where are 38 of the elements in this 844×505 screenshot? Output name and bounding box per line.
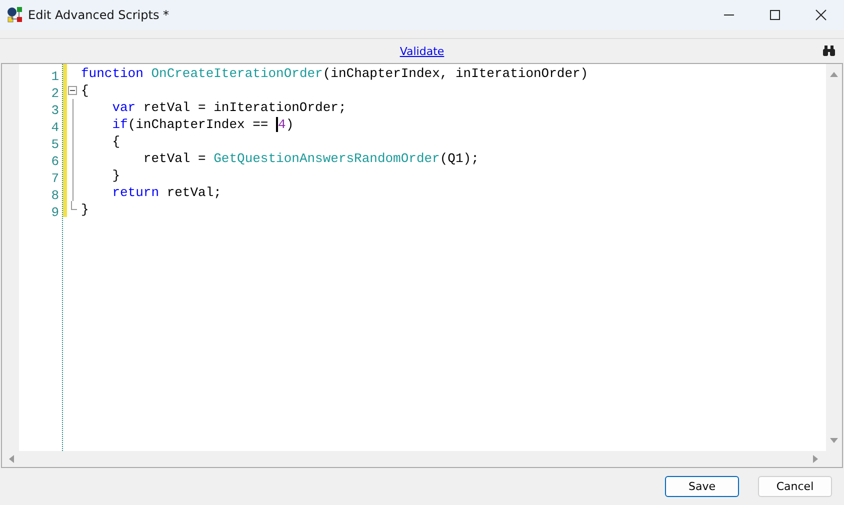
code-token: retVal = inIterationOrder; xyxy=(142,100,346,115)
code-token: { xyxy=(81,83,89,98)
line-number: 9 xyxy=(51,205,59,220)
code-token: (inChapterIndex, inIterationOrder) xyxy=(322,66,588,81)
app-icon xyxy=(7,7,23,23)
binoculars-icon[interactable] xyxy=(822,45,836,57)
code-token: (inChapterIndex == xyxy=(128,117,270,132)
window-title: Edit Advanced Scripts * xyxy=(28,8,170,22)
code-token: } xyxy=(81,202,89,217)
fold-toggle-icon[interactable] xyxy=(68,86,77,95)
code-token: return xyxy=(111,185,160,200)
save-button[interactable]: Save xyxy=(665,476,739,497)
code-token: { xyxy=(111,134,120,149)
code-token: var xyxy=(111,100,136,115)
line-number: 3 xyxy=(51,103,59,118)
code-token: retVal; xyxy=(166,185,222,200)
cancel-button[interactable]: Cancel xyxy=(758,476,832,497)
line-number: 4 xyxy=(51,120,59,135)
fold-end-line xyxy=(71,201,77,210)
text-cursor xyxy=(276,117,278,132)
close-icon[interactable] xyxy=(815,9,827,21)
line-number: 8 xyxy=(51,188,59,203)
code-token: } xyxy=(111,168,120,183)
line-number: 2 xyxy=(51,86,59,101)
code-token: GetQuestionAnswersRandomOrder xyxy=(214,151,440,166)
code-token: 4 xyxy=(278,117,286,132)
code-token: ) xyxy=(286,117,294,132)
code-token: if xyxy=(111,117,128,132)
code-token: retVal = xyxy=(142,151,207,166)
line-number: 5 xyxy=(51,137,59,152)
line-number: 7 xyxy=(51,171,59,186)
code-token: function xyxy=(81,66,144,81)
code-token: (Q1); xyxy=(440,151,479,166)
validate-link[interactable]: Validate xyxy=(400,44,444,58)
line-number: 1 xyxy=(51,69,59,84)
maximize-icon[interactable] xyxy=(769,9,781,21)
code-token: OnCreateIterationOrder xyxy=(150,66,323,81)
line-number: 6 xyxy=(51,154,59,169)
